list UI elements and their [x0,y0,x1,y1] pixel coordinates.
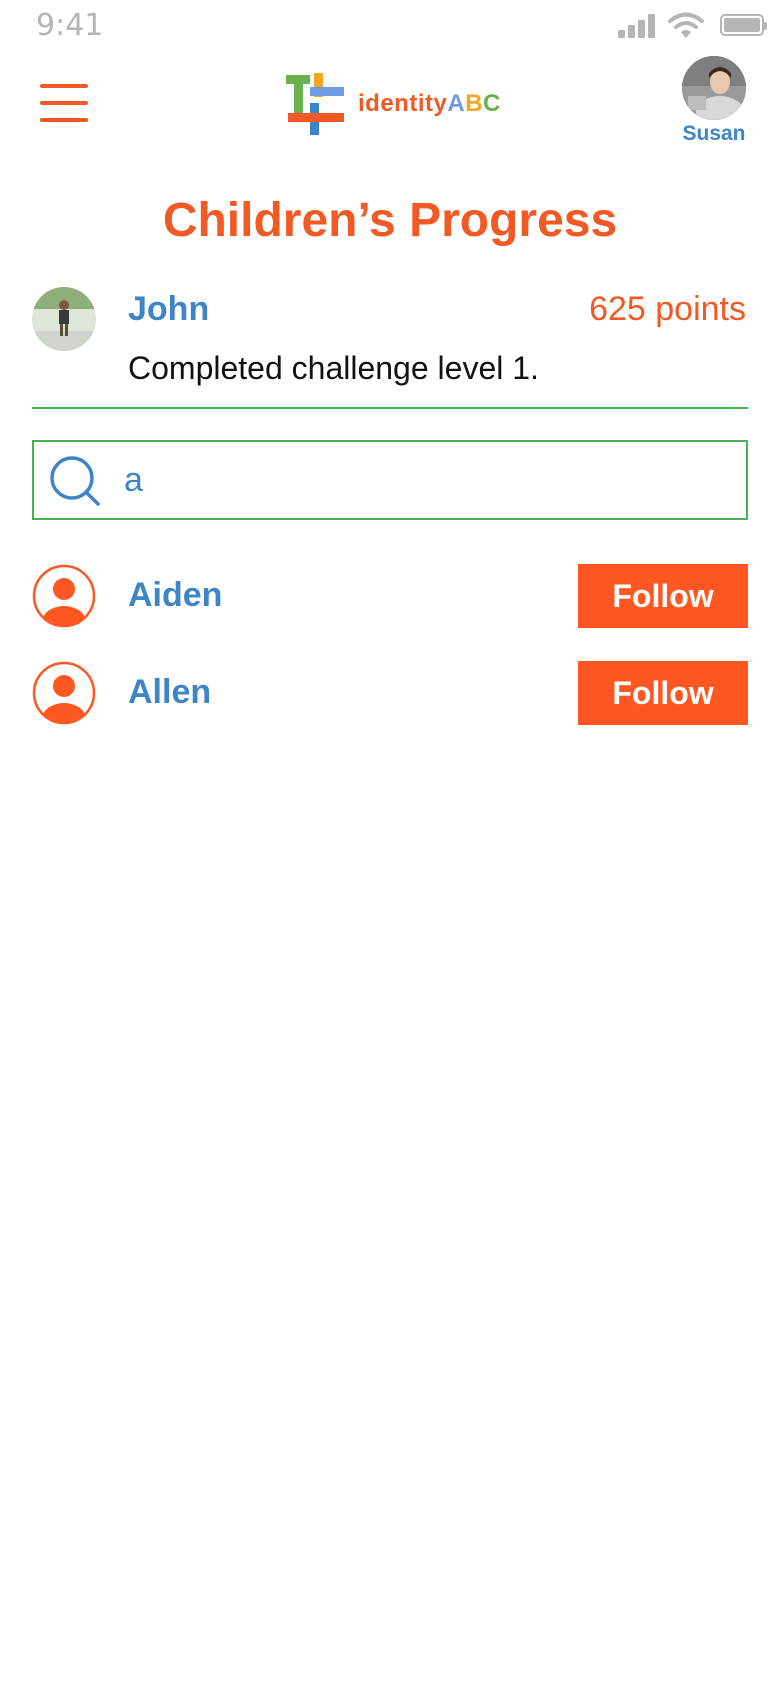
child-avatar-photo [32,287,96,351]
search-result-name: Allen [128,673,212,711]
follow-button[interactable]: Follow [578,564,748,628]
wifi-icon [668,12,704,38]
logo-text-a: A [447,90,466,117]
cellular-signal-icon [618,14,658,38]
child-avatar [32,287,96,351]
logo-text-c: C [483,90,501,117]
logo-wordmark: identityABC [358,90,501,118]
page-title: Children’s Progress [162,194,618,247]
search-result-row: Aiden Follow [32,564,748,630]
user-placeholder-icon [32,564,96,628]
search-input[interactable] [124,452,724,508]
app-logo: identityABC [286,72,501,136]
search-result-row: Allen Follow [32,661,748,727]
search-icon [50,456,100,506]
search-box[interactable] [32,440,748,520]
hamburger-menu-icon[interactable] [40,84,88,122]
logo-text-main: identity [358,90,448,117]
user-avatar-photo [682,56,746,120]
child-progress-card[interactable]: John 625 points Completed challenge leve… [32,285,748,409]
child-name: John [128,290,210,328]
user-avatar[interactable] [682,56,746,120]
user-name: Susan [682,122,746,145]
battery-icon [720,14,767,36]
status-bar-time: 9:41 [36,8,104,43]
search-result-name: Aiden [128,576,223,614]
follow-button[interactable]: Follow [578,661,748,725]
logo-text-b: B [465,90,484,117]
user-placeholder-icon [32,661,96,725]
logo-mark-icon [286,73,346,135]
child-points: 625 points [589,290,746,328]
child-status-text: Completed challenge level 1. [128,350,539,386]
